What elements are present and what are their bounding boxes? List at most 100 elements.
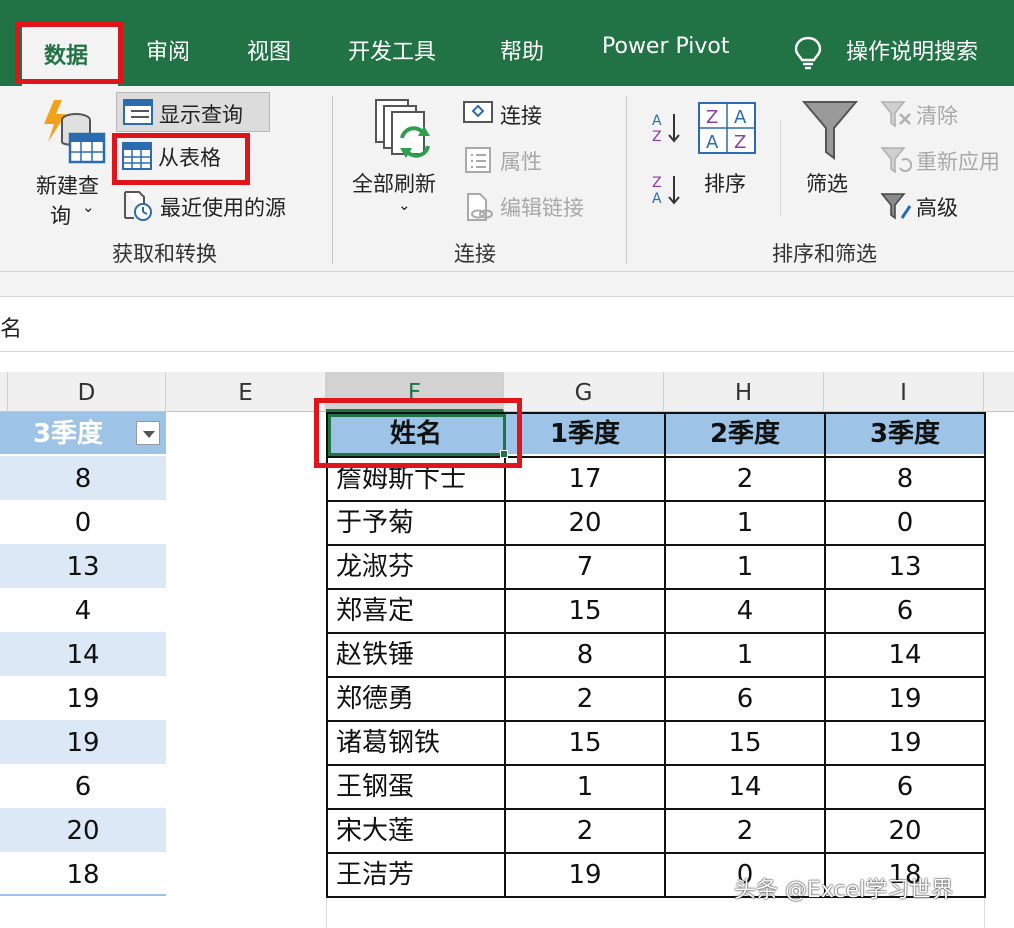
group-divider <box>332 96 333 264</box>
edit-links-button: 编辑链接 <box>460 188 610 224</box>
q2-cell[interactable]: 6 <box>666 676 824 720</box>
name-cell[interactable]: 赵铁锤 <box>328 632 504 676</box>
table-border <box>326 720 986 722</box>
name-cell[interactable]: 宋大莲 <box>328 808 504 852</box>
left-table-cell[interactable]: 8 <box>0 456 166 500</box>
filter-funnel-icon[interactable] <box>802 100 858 160</box>
q3-cell[interactable]: 13 <box>826 544 984 588</box>
q1-cell[interactable]: 2 <box>506 676 664 720</box>
left-table-cell[interactable]: 20 <box>0 808 166 852</box>
q2-cell[interactable]: 14 <box>666 764 824 808</box>
filter-label[interactable]: 筛选 <box>806 168 848 198</box>
name-cell[interactable]: 诸葛钢铁 <box>328 720 504 764</box>
q3-cell[interactable]: 8 <box>826 456 984 500</box>
fill-handle[interactable] <box>500 450 508 458</box>
tab-power-pivot[interactable]: Power Pivot <box>602 34 730 59</box>
q3-cell[interactable]: 6 <box>826 588 984 632</box>
column-header-g[interactable]: G <box>504 372 664 412</box>
q1-cell[interactable]: 2 <box>506 808 664 852</box>
sort-ascending-icon: A Z <box>652 113 680 145</box>
recent-sources-button[interactable]: 最近使用的源 <box>116 186 316 226</box>
from-table-button[interactable]: 从表格 <box>116 136 248 176</box>
q1-cell[interactable]: 7 <box>506 544 664 588</box>
q1-cell[interactable]: 20 <box>506 500 664 544</box>
name-cell[interactable]: 王钢蛋 <box>328 764 504 808</box>
advanced-button[interactable]: 高级 <box>878 188 998 224</box>
left-table-cell[interactable]: 6 <box>0 764 166 808</box>
q1-cell[interactable]: 8 <box>506 632 664 676</box>
q3-cell[interactable]: 14 <box>826 632 984 676</box>
header-cell-q3[interactable]: 3季度 <box>826 412 984 454</box>
worksheet-grid[interactable]: 3季度 8 0 13 4 14 19 19 6 20 18 姓名 1季度 2季度 3季度 詹姆斯卞… <box>0 412 1014 928</box>
name-cell[interactable]: 郑德勇 <box>328 676 504 720</box>
q2-cell[interactable]: 15 <box>666 720 824 764</box>
chevron-down-icon[interactable]: ⌄ <box>398 196 411 214</box>
tab-developer[interactable]: 开发工具 <box>348 34 436 66</box>
formula-bar[interactable]: 名 <box>0 296 1014 352</box>
q2-cell[interactable]: 4 <box>666 588 824 632</box>
recent-sources-label: 最近使用的源 <box>160 196 286 220</box>
new-query-label-2[interactable]: 询 <box>50 200 71 230</box>
q1-cell[interactable]: 15 <box>506 588 664 632</box>
q1-cell[interactable]: 19 <box>506 852 664 896</box>
left-table-cell[interactable]: 18 <box>0 852 166 896</box>
svg-text:Z: Z <box>652 175 662 191</box>
from-table-label: 从表格 <box>158 146 221 170</box>
left-table-cell[interactable]: 0 <box>0 500 166 544</box>
q3-cell[interactable]: 0 <box>826 500 984 544</box>
properties-icon <box>465 147 491 173</box>
q2-cell[interactable]: 2 <box>666 808 824 852</box>
column-header-e[interactable]: E <box>166 372 326 412</box>
tab-review[interactable]: 审阅 <box>146 34 190 66</box>
connections-button[interactable]: 连接 <box>460 96 570 132</box>
name-cell[interactable]: 郑喜定 <box>328 588 504 632</box>
show-queries-button[interactable]: 显示查询 <box>116 92 270 132</box>
table-border <box>326 632 986 634</box>
column-header-edge <box>0 372 8 412</box>
q3-cell[interactable]: 20 <box>826 808 984 852</box>
left-table-cell[interactable]: 13 <box>0 544 166 588</box>
q2-cell[interactable]: 1 <box>666 500 824 544</box>
sort-icon[interactable]: Z A A Z <box>698 102 756 154</box>
tab-data-label: 数据 <box>44 44 89 69</box>
header-cell-q1[interactable]: 1季度 <box>506 412 664 454</box>
new-query-label[interactable]: 新建查 <box>36 170 99 200</box>
left-table-cell[interactable]: 14 <box>0 632 166 676</box>
sort-label[interactable]: 排序 <box>704 168 746 198</box>
filter-dropdown-button[interactable] <box>136 421 160 445</box>
q2-cell[interactable]: 1 <box>666 544 824 588</box>
q2-cell[interactable]: 2 <box>666 456 824 500</box>
lightbulb-icon[interactable] <box>794 36 822 70</box>
left-table-cell[interactable]: 19 <box>0 720 166 764</box>
tell-me-search[interactable]: 操作说明搜索 <box>846 34 978 66</box>
header-cell-q2[interactable]: 2季度 <box>666 412 824 454</box>
column-header-i[interactable]: I <box>824 372 984 412</box>
name-cell[interactable]: 詹姆斯卞士 <box>328 456 504 500</box>
properties-label: 属性 <box>500 150 542 174</box>
left-table-cell[interactable]: 19 <box>0 676 166 720</box>
table-icon <box>122 142 152 170</box>
reapply-button: 重新应用 <box>878 142 1014 178</box>
q1-cell[interactable]: 1 <box>506 764 664 808</box>
sort-z-to-a-button[interactable]: Z A <box>650 172 686 208</box>
tab-help[interactable]: 帮助 <box>500 34 544 66</box>
q3-cell[interactable]: 6 <box>826 764 984 808</box>
advanced-label: 高级 <box>916 196 958 220</box>
sort-a-to-z-button[interactable]: A Z <box>650 110 686 146</box>
q3-cell[interactable]: 19 <box>826 676 984 720</box>
q3-cell[interactable]: 19 <box>826 720 984 764</box>
name-cell[interactable]: 龙淑芬 <box>328 544 504 588</box>
column-header-f[interactable]: F <box>326 372 504 412</box>
left-table-cell[interactable]: 4 <box>0 588 166 632</box>
refresh-all-label[interactable]: 全部刷新 <box>352 168 436 198</box>
tab-view[interactable]: 视图 <box>247 34 291 66</box>
q2-cell[interactable]: 1 <box>666 632 824 676</box>
name-cell[interactable]: 于予菊 <box>328 500 504 544</box>
q1-cell[interactable]: 15 <box>506 720 664 764</box>
tab-data[interactable]: 数据 <box>22 26 118 86</box>
name-cell[interactable]: 王洁芳 <box>328 852 504 896</box>
column-header-d[interactable]: D <box>8 372 166 412</box>
column-header-h[interactable]: H <box>664 372 824 412</box>
chevron-down-icon[interactable]: ⌄ <box>82 198 95 216</box>
q1-cell[interactable]: 17 <box>506 456 664 500</box>
